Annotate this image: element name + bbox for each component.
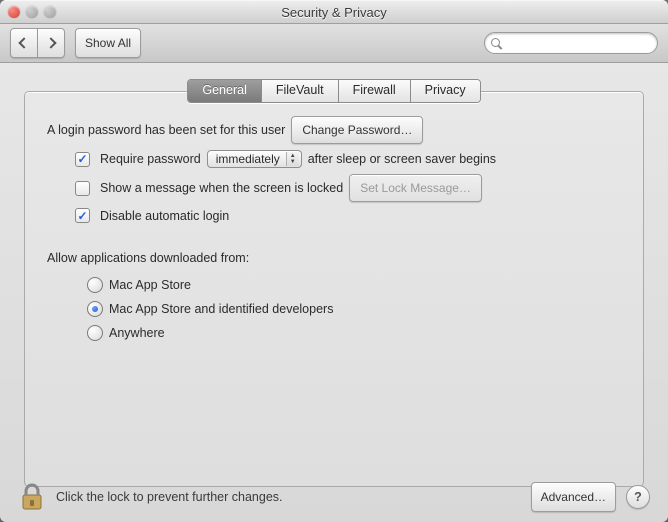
- lock-text: Click the lock to prevent further change…: [56, 490, 283, 504]
- require-password-suffix: after sleep or screen saver begins: [308, 152, 496, 166]
- general-panel: A login password has been set for this u…: [24, 91, 644, 487]
- require-password-delay-value: immediately: [216, 152, 280, 166]
- popup-arrows-icon: ▲▼: [286, 152, 299, 166]
- disable-auto-login-label: Disable automatic login: [100, 209, 229, 223]
- set-lock-message-button[interactable]: Set Lock Message…: [349, 174, 482, 202]
- lock-icon[interactable]: [18, 482, 46, 512]
- help-button[interactable]: ?: [626, 485, 650, 509]
- radio-anywhere[interactable]: [87, 325, 103, 341]
- radio-anywhere-highlight: Anywhere: [87, 325, 165, 341]
- require-password-delay-popup[interactable]: immediately ▲▼: [207, 150, 302, 168]
- chevron-right-icon: [45, 37, 56, 48]
- tab-firewall[interactable]: Firewall: [339, 80, 411, 102]
- nav-buttons: [10, 28, 65, 58]
- titlebar: Security & Privacy: [0, 0, 668, 24]
- tab-privacy[interactable]: Privacy: [411, 80, 480, 102]
- radio-identified-developers[interactable]: [87, 301, 103, 317]
- advanced-button[interactable]: Advanced…: [531, 482, 616, 512]
- show-message-label: Show a message when the screen is locked: [100, 181, 343, 195]
- show-all-button[interactable]: Show All: [75, 28, 141, 58]
- change-password-button[interactable]: Change Password…: [291, 116, 423, 144]
- require-password-checkbox[interactable]: [75, 152, 90, 167]
- disable-auto-login-checkbox[interactable]: [75, 208, 90, 223]
- footer: Click the lock to prevent further change…: [0, 472, 668, 522]
- password-set-text: A login password has been set for this u…: [47, 123, 285, 137]
- search-icon: [491, 38, 501, 49]
- tab-general[interactable]: General: [188, 80, 261, 102]
- radio-mac-app-store-label: Mac App Store: [109, 278, 191, 292]
- require-password-label: Require password: [100, 152, 201, 166]
- tab-filevault[interactable]: FileVault: [262, 80, 339, 102]
- show-message-checkbox[interactable]: [75, 181, 90, 196]
- window-title: Security & Privacy: [0, 5, 668, 20]
- gatekeeper-heading: Allow applications downloaded from:: [47, 251, 249, 265]
- radio-mac-app-store[interactable]: [87, 277, 103, 293]
- search-input[interactable]: [504, 35, 651, 51]
- tabs: General FileVault Firewall Privacy: [187, 79, 480, 103]
- forward-button[interactable]: [38, 28, 65, 58]
- back-button[interactable]: [10, 28, 38, 58]
- chevron-left-icon: [18, 37, 29, 48]
- search-field[interactable]: [484, 32, 658, 54]
- toolbar: Show All: [0, 24, 668, 63]
- radio-identified-developers-label: Mac App Store and identified developers: [109, 302, 333, 316]
- radio-anywhere-label: Anywhere: [109, 326, 165, 340]
